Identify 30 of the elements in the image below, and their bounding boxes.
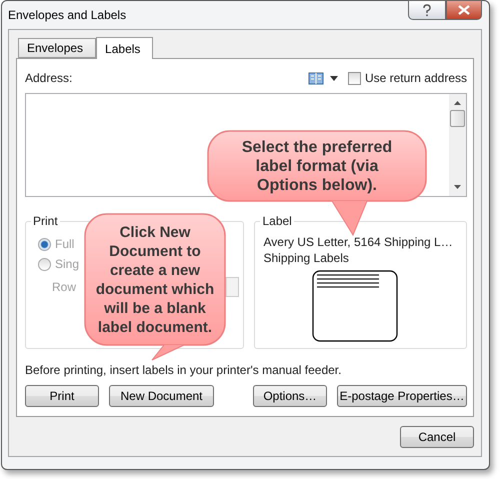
radio-label: Sing: [55, 257, 80, 271]
row-label: Row: [52, 280, 76, 294]
help-button[interactable]: [408, 0, 446, 20]
label-product: Avery US Letter, 5164 Shipping L…: [263, 234, 454, 250]
dropdown-arrow-icon[interactable]: [330, 76, 338, 80]
dialog-button[interactable]: E-postage Properties…: [337, 385, 467, 407]
help-icon: [422, 4, 432, 16]
instruction-text: Before printing, insert labels in your printer's manual feeder.: [25, 363, 342, 377]
radio-label: Full: [55, 237, 74, 251]
use-return-address-checkbox[interactable]: [348, 72, 361, 84]
label-description: Shipping Labels: [263, 250, 350, 266]
group-title: Print: [31, 214, 60, 228]
scroll-thumb[interactable]: [450, 110, 465, 127]
dialog-button[interactable]: Print: [25, 385, 99, 407]
dialog-button[interactable]: New Document: [109, 385, 214, 407]
checkbox-label: Use return address: [364, 71, 467, 85]
column-spinner[interactable]: [225, 277, 240, 297]
cancel-button[interactable]: Cancel: [400, 426, 474, 448]
group-title: Label: [260, 214, 294, 228]
tab[interactable]: Labels: [96, 37, 154, 59]
address-label: Address:: [25, 71, 72, 85]
close-icon: [458, 5, 470, 15]
dialog-button[interactable]: Options…: [253, 385, 327, 407]
address-book-icon[interactable]: [308, 71, 324, 85]
close-button[interactable]: [446, 0, 482, 20]
scroll-up-icon[interactable]: [454, 101, 461, 105]
scroll-down-icon[interactable]: [454, 185, 461, 189]
tab[interactable]: Envelopes: [18, 38, 96, 58]
scrollbar[interactable]: [449, 94, 466, 196]
window-title: Envelopes and Labels: [8, 8, 126, 22]
